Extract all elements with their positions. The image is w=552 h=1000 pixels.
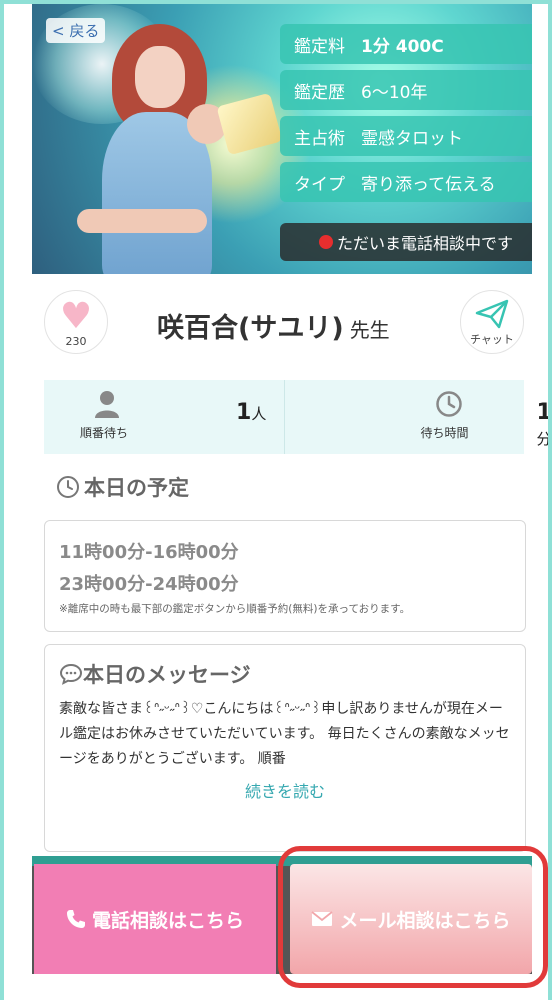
info-row-fee: 鑑定料 1分 400C xyxy=(280,24,532,64)
clock-icon xyxy=(435,391,462,417)
hero-image: < 戻る 鑑定料 1分 400C 鑑定歴 6〜10年 主占術 霊感タロット タイ… xyxy=(32,4,532,274)
speech-bubble-icon xyxy=(59,663,83,685)
phone-icon xyxy=(66,910,85,928)
paper-plane-icon xyxy=(475,299,509,329)
envelope-icon xyxy=(311,911,334,926)
queue-wait-time: 待ち時間 13分 xyxy=(283,380,548,454)
honorific: 先生 xyxy=(349,318,390,342)
heart-icon: ♥ xyxy=(59,296,93,337)
message-card: 本日のメッセージ 素敵な皆さま꒰ᐢ˶ᵕ˶ᐢ꒱♡こんにちは꒰ᐢ˶ᵕ˶ᐢ꒱申し訳あり… xyxy=(44,644,526,852)
fortune-teller-photo xyxy=(77,24,283,274)
info-value: 6〜10年 xyxy=(361,82,428,103)
like-button[interactable]: ♥ 230 xyxy=(44,290,108,354)
back-button[interactable]: < 戻る xyxy=(46,18,106,43)
schedule-note: ※離席中の時も最下部の鑑定ボタンから順番予約(無料)を承っております。 xyxy=(59,603,411,615)
info-row-type: タイプ 寄り添って伝える xyxy=(280,162,532,202)
schedule-slot: 11時00分-16時00分 xyxy=(59,542,239,563)
schedule-slot: 23時00分-24時00分 xyxy=(59,574,239,595)
info-row-experience: 鑑定歴 6〜10年 xyxy=(280,70,532,110)
info-list: 鑑定料 1分 400C 鑑定歴 6〜10年 主占術 霊感タロット タイプ 寄り添… xyxy=(280,24,532,208)
read-more-link[interactable]: 続きを読む xyxy=(59,778,511,802)
info-key: 鑑定歴 xyxy=(294,82,345,103)
schedule-title: 本日の予定 xyxy=(56,472,189,502)
chat-button[interactable]: チャット xyxy=(460,290,524,354)
info-key: 主占術 xyxy=(294,128,345,149)
status-dot-icon xyxy=(318,235,333,249)
chat-label: チャット xyxy=(470,333,514,346)
status-text: ただいま電話相談中です xyxy=(336,234,513,253)
mail-consult-button[interactable]: メール相談はこちら xyxy=(290,864,532,974)
phone-consult-button[interactable]: 電話相談はこちら xyxy=(34,864,276,974)
like-count: 230 xyxy=(65,335,87,348)
name-text: 咲百合(サユリ) xyxy=(157,313,344,344)
message-body: 素敵な皆さま꒰ᐢ˶ᵕ˶ᐢ꒱♡こんにちは꒰ᐢ˶ᵕ˶ᐢ꒱申し訳ありませんが現在メール… xyxy=(59,701,510,767)
queue-waiting-count: 1人 xyxy=(236,400,267,425)
page-frame: < 戻る 鑑定料 1分 400C 鑑定歴 6〜10年 主占術 霊感タロット タイ… xyxy=(0,0,552,1000)
fortune-teller-name: 咲百合(サユリ) 先生 xyxy=(157,306,390,345)
wait-time-value: 13分 xyxy=(536,400,552,448)
profile-header: ♥ 230 咲百合(サユリ) 先生 チャット xyxy=(32,276,532,376)
info-key: タイプ xyxy=(294,174,345,195)
info-value: 寄り添って伝える xyxy=(361,174,496,195)
queue-stats: 順番待ち 1人 待ち時間 13分 xyxy=(44,380,548,454)
info-key: 鑑定料 xyxy=(294,36,345,57)
queue-waiting-label: 順番待ち xyxy=(80,426,129,440)
message-title: 本日のメッセージ xyxy=(59,659,511,689)
queue-waiting: 順番待ち 1人 xyxy=(44,380,284,454)
wait-time-label: 待ち時間 xyxy=(420,426,469,440)
info-value: 1分 400C xyxy=(361,36,444,57)
schedule-card: 11時00分-16時00分 23時00分-24時00分 ※離席中の時も最下部の鑑… xyxy=(44,520,526,632)
info-row-method: 主占術 霊感タロット xyxy=(280,116,532,156)
clock-icon xyxy=(57,476,79,498)
info-value: 霊感タロット xyxy=(361,128,463,149)
person-icon xyxy=(95,391,119,418)
status-badge: ただいま電話相談中です xyxy=(280,223,532,261)
